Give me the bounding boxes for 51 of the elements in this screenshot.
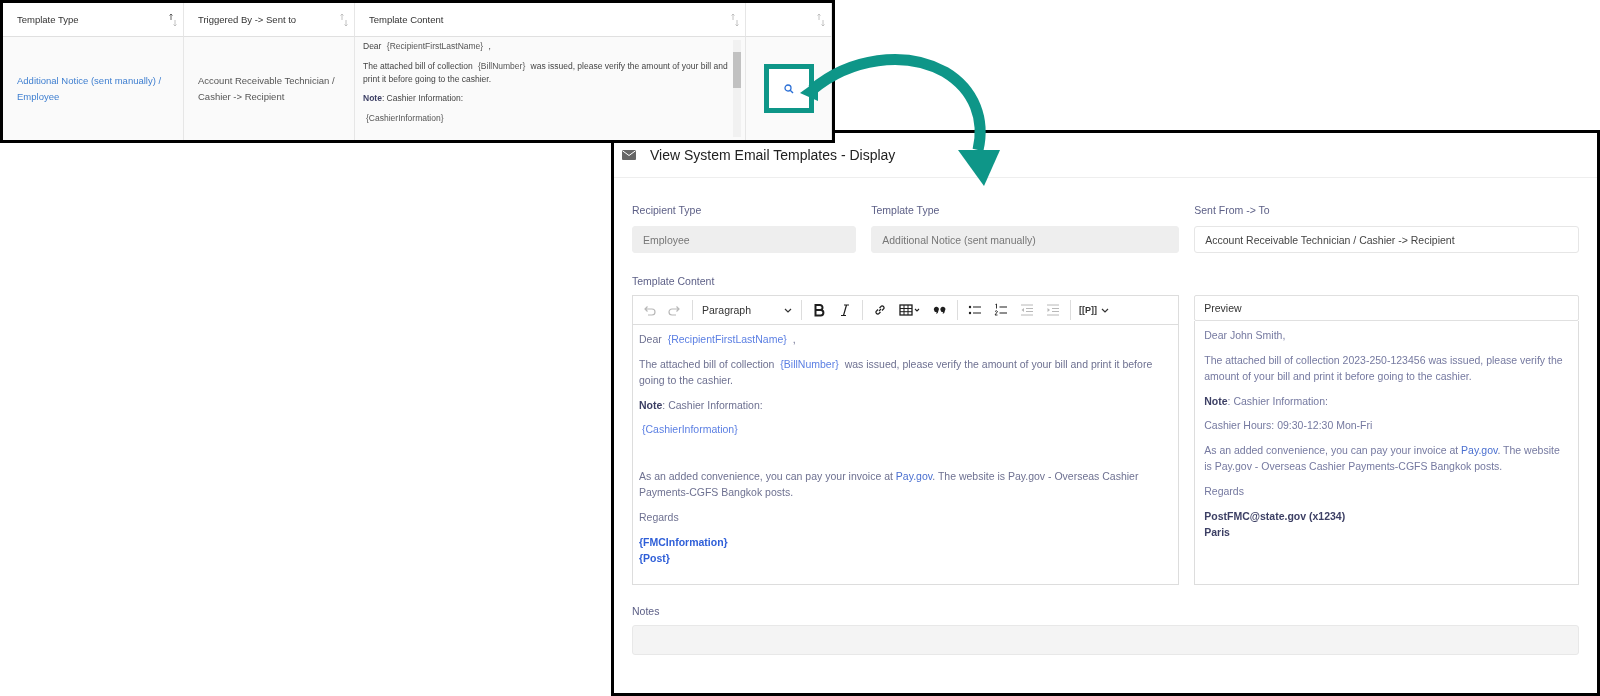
field-label: Template Type xyxy=(871,204,941,216)
paragraph: {CashierInformation} xyxy=(365,112,445,125)
paragraph: Note: Cashier Information: xyxy=(363,92,465,105)
placeholder-dropdown[interactable]: [[P]] xyxy=(1076,305,1112,315)
table-icon xyxy=(899,303,921,317)
paragraph: {FMCInformation} {Post} xyxy=(639,534,729,567)
indent-icon xyxy=(1046,303,1060,317)
paragraph: Regards xyxy=(1204,484,1245,500)
paragraph: The attached bill of collection {BillNumber} was issued, please verify the amount of your bill and print it before going to the cashier. xyxy=(639,356,1154,389)
paragraph: {CashierInformation} xyxy=(641,422,739,438)
paragraph: As an added convenience, you can pay your invoice at Pay.gov. The website is Pay.gov - Overseas Cashier Payments-CGFS Bangkok posts. xyxy=(1204,442,1561,475)
paragraph: Dear {RecipientFirstLastName} , xyxy=(639,332,797,347)
bold-icon xyxy=(812,303,826,317)
column-header: Triggered By -> Sent to xyxy=(198,14,297,25)
paragraph: Note: Cashier Information: xyxy=(1204,393,1329,409)
table-cell-text: Account Receivable Technician / Cashier -> Recipient xyxy=(198,74,336,104)
paragraph: Note: Cashier Information: xyxy=(639,397,764,413)
field-label: Sent From -> To xyxy=(1194,204,1271,216)
input-field[interactable]: Account Receivable Technician / Cashier -> Recipient xyxy=(1194,226,1579,253)
paragraph-dropdown[interactable]: Paragraph xyxy=(698,304,796,316)
bullet-list-icon xyxy=(968,303,982,317)
dialog-title: View System Email Templates - Display xyxy=(650,147,896,163)
caret-icon xyxy=(1101,307,1109,313)
numbered-list-icon xyxy=(994,303,1008,317)
field-label: Notes xyxy=(632,605,661,617)
paragraph: As an added convenience, you can pay your invoice at Pay.gov. The website is Pay.gov - Overseas Cashier Payments-CGFS Bangkok posts. xyxy=(639,468,1140,501)
paragraph: Dear {RecipientFirstLastName} , xyxy=(363,40,492,53)
caret-icon xyxy=(784,307,792,313)
column-header: Template Content xyxy=(369,14,444,25)
paragraph: The attached bill of collection 2023-250-123456 was issued, please verify the amount of your bill and print it before going to the cashier. xyxy=(1204,352,1564,385)
outdent-icon xyxy=(1020,303,1034,317)
paragraph: The attached bill of collection {BillNumber} was issued, please verify the amount of your bill and print it before going to the cashier. xyxy=(363,59,729,86)
template-type-link[interactable]: Additional Notice (sent manually) / Employee xyxy=(17,73,177,104)
undo-icon xyxy=(642,303,656,317)
field-label: Recipient Type xyxy=(632,204,703,216)
redo-icon xyxy=(668,303,682,317)
paragraph: PostFMC@state.gov (x1234) Paris xyxy=(1204,508,1347,541)
italic-icon xyxy=(838,303,852,317)
paragraph: Dear John Smith, xyxy=(1204,328,1287,343)
preview-header: Preview xyxy=(1194,295,1579,321)
search-icon xyxy=(783,83,794,94)
input-field[interactable]: Additional Notice (sent manually) xyxy=(871,226,1180,253)
link-icon xyxy=(873,303,887,317)
view-button[interactable] xyxy=(763,64,814,113)
column-header: Template Type xyxy=(17,14,79,25)
scrollbar[interactable] xyxy=(733,40,741,137)
input-field[interactable]: Employee xyxy=(632,226,857,253)
envelope-icon xyxy=(622,150,636,160)
field-label: Template Content xyxy=(632,275,716,287)
paragraph: Cashier Hours: 09:30-12:30 Mon-Fri xyxy=(1204,418,1374,434)
paragraph: Regards xyxy=(639,510,680,526)
